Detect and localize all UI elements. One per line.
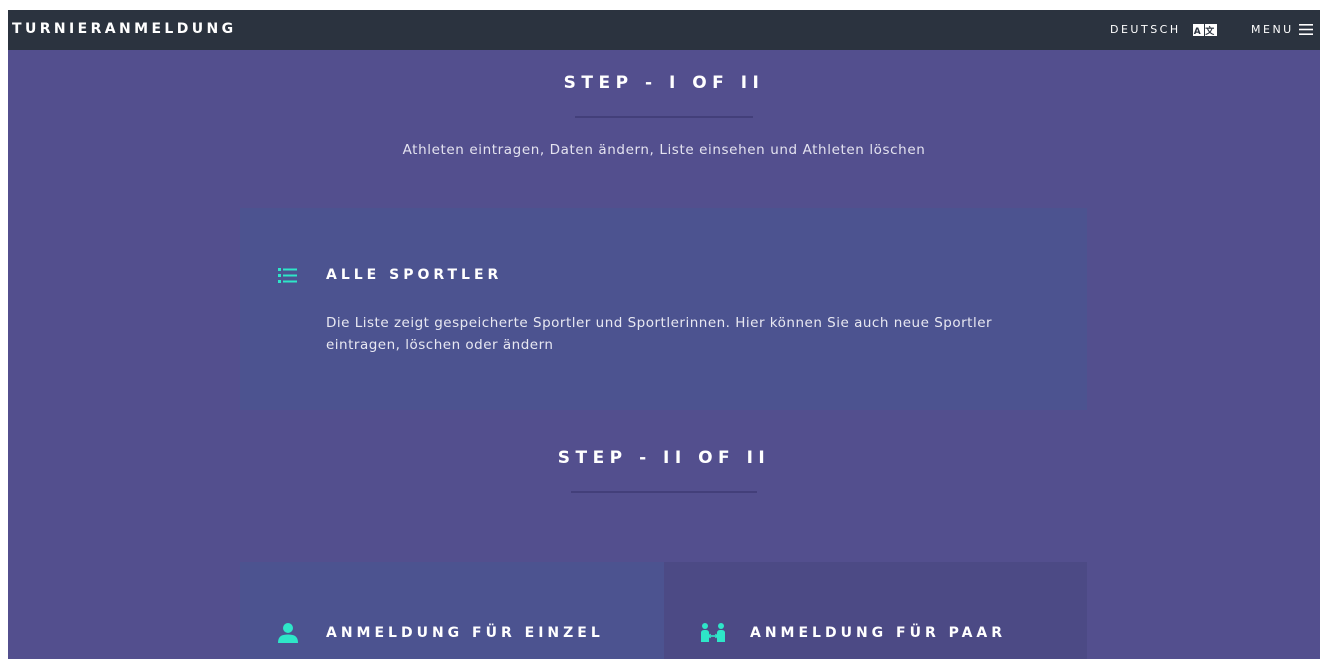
all-athletes-title: ALLE SPORTLER: [326, 267, 503, 283]
all-athletes-card-header: ALLE SPORTLER: [276, 266, 502, 284]
svg-text:A: A: [1193, 27, 1202, 36]
brand-title[interactable]: TURNIERANMELDUNG: [12, 21, 237, 37]
pair-icon: [700, 622, 726, 644]
hamburger-icon: [1298, 23, 1314, 36]
language-switcher[interactable]: DEUTSCH A 文: [1110, 23, 1217, 36]
single-registration-header: ANMELDUNG FÜR EINZEL: [276, 622, 604, 644]
pair-registration-card[interactable]: ANMELDUNG FÜR PAAR: [664, 562, 1087, 659]
pair-registration-title: ANMELDUNG FÜR PAAR: [750, 625, 1007, 641]
top-navbar: TURNIERANMELDUNG DEUTSCH A 文 MENU: [8, 10, 1320, 50]
menu-button[interactable]: MENU: [1251, 23, 1314, 36]
all-athletes-description: Die Liste zeigt gespeicherte Sportler un…: [326, 312, 992, 356]
list-icon: [276, 266, 300, 284]
single-registration-card[interactable]: ANMELDUNG FÜR EINZEL: [240, 562, 664, 659]
person-icon: [276, 622, 300, 644]
page-frame: TURNIERANMELDUNG DEUTSCH A 文 MENU STEP -…: [8, 10, 1320, 659]
all-athletes-card[interactable]: ALLE SPORTLER Die Liste zeigt gespeicher…: [240, 208, 1087, 410]
pair-registration-header: ANMELDUNG FÜR PAAR: [700, 622, 1006, 644]
description-line-2: eintragen, löschen oder ändern: [326, 337, 554, 353]
step-one-divider: [575, 116, 753, 118]
svg-text:文: 文: [1204, 25, 1217, 36]
step-one-subtitle: Athleten eintragen, Daten ändern, Liste …: [402, 142, 926, 158]
menu-label: MENU: [1251, 23, 1294, 36]
single-registration-title: ANMELDUNG FÜR EINZEL: [326, 625, 604, 641]
description-line-1: Die Liste zeigt gespeicherte Sportler un…: [326, 315, 993, 331]
language-label: DEUTSCH: [1110, 23, 1181, 36]
step-two-divider: [571, 491, 757, 493]
step-one-title: STEP - I OF II: [563, 73, 765, 93]
step-two-title: STEP - II OF II: [557, 448, 771, 468]
translate-icon: A 文: [1192, 23, 1217, 36]
